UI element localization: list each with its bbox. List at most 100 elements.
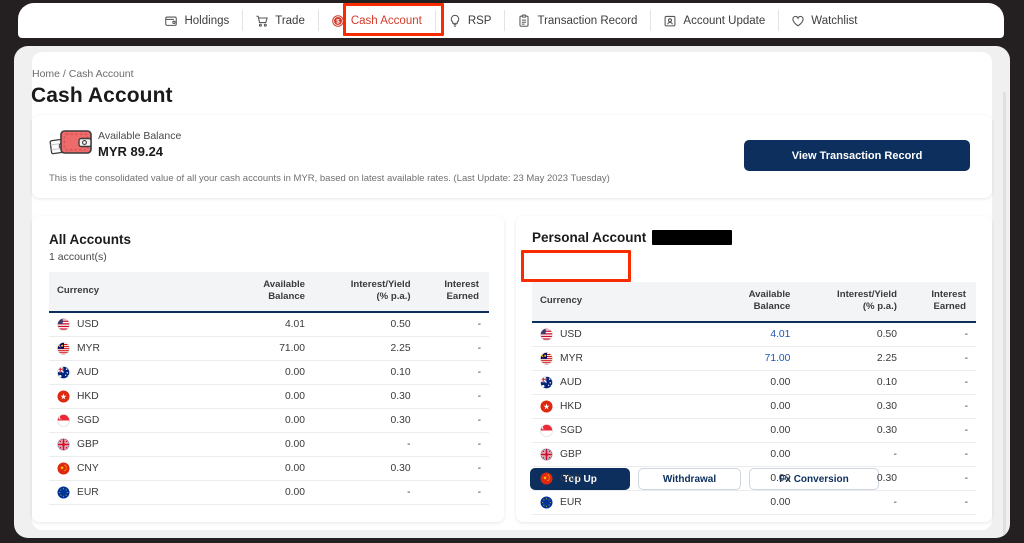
all-accounts-title: All Accounts	[49, 232, 132, 247]
table-row: EUR 0.00- -	[532, 490, 976, 515]
page-scrollbar[interactable]	[1003, 92, 1006, 538]
cell-currency: MYR	[532, 346, 692, 371]
col-interest-line2: (% p.a.)	[862, 301, 897, 313]
personal-account-header: Personal Account	[532, 230, 733, 245]
cell-available-balance: 0.00	[207, 480, 313, 505]
nav-item-watchlist[interactable]: Watchlist	[778, 3, 870, 38]
cell-available-balance: 0.00	[691, 370, 799, 395]
cell-interest-earned: -	[418, 480, 489, 505]
currency-cell: CNY	[540, 472, 684, 485]
nav-item-holdings[interactable]: Holdings	[151, 3, 242, 38]
currency-cell: USD	[57, 317, 199, 331]
currency-cell: GBP	[540, 447, 684, 461]
cell-interest-earned: -	[418, 456, 489, 481]
nav-item-label: Account Update	[683, 14, 766, 27]
currency-code: GBP	[560, 448, 582, 460]
currency-cell: EUR	[57, 486, 199, 499]
currency-cell: AUD	[540, 375, 684, 389]
cell-available-balance[interactable]: 4.01	[691, 321, 799, 347]
col-currency-label: Currency	[540, 295, 583, 307]
cell-currency: SGD	[49, 408, 208, 433]
col-currency: Currency	[49, 272, 208, 313]
cell-available-balance: 0.00	[691, 490, 799, 515]
cell-interest-yield: -	[312, 480, 419, 505]
col-currency-label: Currency	[57, 285, 100, 297]
currency-code: SGD	[560, 424, 583, 436]
currency-cell: MYR	[57, 341, 199, 355]
table-row: CNY 0.00 0.30-	[49, 456, 489, 481]
cell-interest-yield: 0.50	[798, 321, 905, 347]
personal-account-table-head: Currency Available Balance Interest/Yiel…	[532, 282, 976, 323]
table-row: USD 4.01 0.50-	[49, 311, 489, 337]
cell-available-balance: 71.00	[207, 336, 313, 361]
cell-interest-earned: -	[418, 311, 489, 337]
currency-code: USD	[77, 318, 99, 330]
flag-hk-icon	[57, 390, 70, 403]
available-balance-label: Available Balance	[98, 130, 182, 142]
cell-interest-yield: 0.10	[312, 360, 419, 385]
cell-interest-earned: -	[904, 490, 976, 515]
nav-items: Holdings Trade $ Cash Account RSP Transaction…	[151, 3, 870, 38]
currency-code: MYR	[560, 352, 583, 364]
currency-code: GBP	[77, 438, 99, 450]
nav-item-label: Watchlist	[811, 14, 858, 27]
page-title: Cash Account	[31, 84, 173, 107]
personal-account-card: Personal Account Top Up Withdrawal Fx Conv…	[516, 216, 992, 522]
flag-cn-icon	[57, 462, 70, 475]
flag-us-icon	[540, 327, 553, 341]
flag-us-icon	[57, 317, 70, 331]
cell-interest-yield: -	[798, 442, 905, 467]
available-balance-panel: Available Balance MYR 89.24 This is the …	[32, 115, 992, 198]
col-interest-line1: Interest/Yield	[350, 279, 411, 290]
view-transaction-record-button[interactable]: View Transaction Record	[744, 140, 970, 171]
col-earned-line2: Earned	[933, 301, 966, 313]
currency-cell: USD	[540, 327, 684, 341]
cell-interest-earned: -	[904, 321, 976, 347]
flag-eu-icon	[57, 486, 70, 499]
all-accounts-card: All Accounts 1 account(s) Currency Avail…	[32, 216, 504, 522]
lightbulb-icon	[448, 14, 462, 28]
col-interest-yield: Interest/Yield (% p.a.)	[312, 272, 419, 313]
person-card-icon	[663, 14, 677, 28]
currency-cell: HKD	[540, 400, 684, 413]
cell-available-balance[interactable]: 71.00	[691, 346, 799, 371]
main-navigation-bar: Holdings Trade $ Cash Account RSP Transaction…	[18, 3, 1004, 38]
breadcrumb[interactable]: Home / Cash Account	[32, 68, 134, 80]
nav-item-trade[interactable]: Trade	[242, 3, 318, 38]
cell-interest-yield: 2.25	[798, 346, 905, 371]
flag-sg-icon	[57, 413, 70, 427]
cell-interest-yield: 0.30	[798, 394, 905, 419]
currency-code: HKD	[77, 390, 99, 402]
col-available-balance: Available Balance	[207, 272, 313, 313]
cell-available-balance: 0.00	[207, 456, 313, 481]
flag-gb-icon	[57, 437, 70, 451]
table-row: GBP 0.00- -	[532, 442, 976, 467]
currency-code: AUD	[77, 366, 99, 378]
nav-item-account-update[interactable]: Account Update	[650, 3, 778, 38]
currency-cell: MYR	[540, 351, 684, 365]
cell-interest-yield: -	[798, 490, 905, 515]
nav-item-label: RSP	[467, 14, 492, 27]
cell-currency: MYR	[49, 336, 208, 361]
table-row: HKD 0.00 0.30-	[532, 394, 976, 419]
nav-item-cash-account[interactable]: $ Cash Account	[317, 3, 435, 38]
cell-currency: AUD	[49, 360, 208, 385]
flag-cn-icon	[540, 472, 553, 485]
currency-cell: SGD	[540, 423, 684, 437]
shopping-cart-icon	[255, 14, 269, 28]
col-balance-line2: Balance	[268, 291, 305, 303]
heart-icon	[791, 14, 805, 28]
cell-currency: USD	[49, 311, 208, 337]
currency-code: USD	[560, 328, 582, 340]
table-header-row: Currency Available Balance Interest/Yiel…	[49, 272, 489, 313]
table-row: AUD 0.00 0.10-	[532, 370, 976, 395]
table-row: EUR 0.00- -	[49, 480, 489, 505]
currency-code: CNY	[560, 472, 582, 484]
cell-interest-earned: -	[904, 418, 976, 443]
cell-available-balance: 4.01	[207, 311, 313, 337]
cell-interest-yield: 0.30	[312, 384, 419, 409]
nav-item-rsp[interactable]: RSP	[434, 3, 505, 38]
nav-item-label: Holdings	[184, 14, 230, 27]
nav-item-transaction-record[interactable]: Transaction Record	[504, 3, 650, 38]
all-accounts-table: Currency Available Balance Interest/Yiel…	[49, 272, 489, 505]
